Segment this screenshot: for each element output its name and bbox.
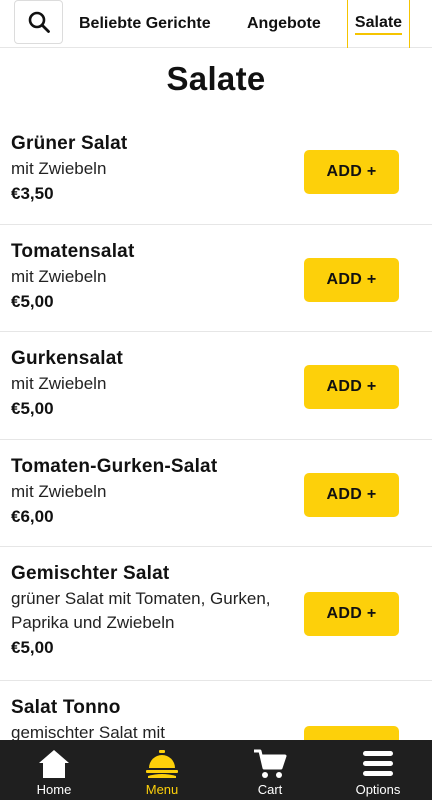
item-description: mit Zwiebeln bbox=[11, 374, 107, 393]
nav-menu-label: Menu bbox=[145, 782, 179, 797]
item-description: mit Zwiebeln bbox=[11, 159, 107, 178]
add-button[interactable]: ADD + bbox=[304, 150, 399, 194]
nav-home-label: Home bbox=[36, 782, 72, 797]
bottom-navigation: Home Menu Cart Options bbox=[0, 740, 432, 800]
hamburger-menu-icon bbox=[361, 744, 395, 780]
tab-salate[interactable]: Salate bbox=[347, 0, 410, 48]
tab-salate-label: Salate bbox=[354, 14, 403, 35]
add-button[interactable]: ADD + bbox=[304, 365, 399, 409]
page-title: Salate bbox=[166, 60, 266, 97]
nav-cart[interactable]: Cart bbox=[216, 740, 324, 800]
item-description: mit Zwiebeln bbox=[11, 267, 107, 286]
nav-cart-label: Cart bbox=[257, 782, 283, 797]
list-item: Tomaten-Gurken-Salat mit Zwiebeln €6,00 … bbox=[0, 440, 432, 547]
add-button[interactable]: ADD + bbox=[304, 258, 399, 302]
tab-beliebte-gerichte[interactable]: Beliebte Gerichte bbox=[79, 0, 211, 48]
nav-options-label: Options bbox=[355, 782, 401, 797]
item-name: Salat Tonno bbox=[11, 697, 121, 718]
category-tab-bar: Beliebte Gerichte Angebote Salate bbox=[0, 0, 432, 48]
list-item: Tomatensalat mit Zwiebeln €5,00 ADD + bbox=[0, 225, 432, 332]
nav-home[interactable]: Home bbox=[0, 740, 108, 800]
search-icon bbox=[28, 11, 50, 33]
nav-menu[interactable]: Menu bbox=[108, 740, 216, 800]
list-item: Grüner Salat mit Zwiebeln €3,50 ADD + bbox=[0, 117, 432, 225]
menu-item-list: Grüner Salat mit Zwiebeln €3,50 ADD + To… bbox=[0, 117, 432, 800]
search-button[interactable] bbox=[14, 0, 63, 44]
item-description: grüner Salat mit Tomaten, Gurken, Paprik… bbox=[11, 589, 271, 632]
nav-options[interactable]: Options bbox=[324, 740, 432, 800]
home-icon bbox=[37, 744, 71, 780]
item-description: mit Zwiebeln bbox=[11, 482, 107, 501]
add-button[interactable]: ADD + bbox=[304, 473, 399, 517]
list-item: Gemischter Salat grüner Salat mit Tomate… bbox=[0, 547, 432, 681]
item-name: Gemischter Salat bbox=[11, 563, 170, 584]
cart-icon bbox=[253, 744, 287, 780]
add-button[interactable]: ADD + bbox=[304, 592, 399, 636]
list-item: Gurkensalat mit Zwiebeln €5,00 ADD + bbox=[0, 332, 432, 440]
serving-bell-icon bbox=[145, 744, 179, 780]
tab-angebote[interactable]: Angebote bbox=[247, 0, 321, 48]
item-price: €5,00 bbox=[11, 638, 54, 657]
